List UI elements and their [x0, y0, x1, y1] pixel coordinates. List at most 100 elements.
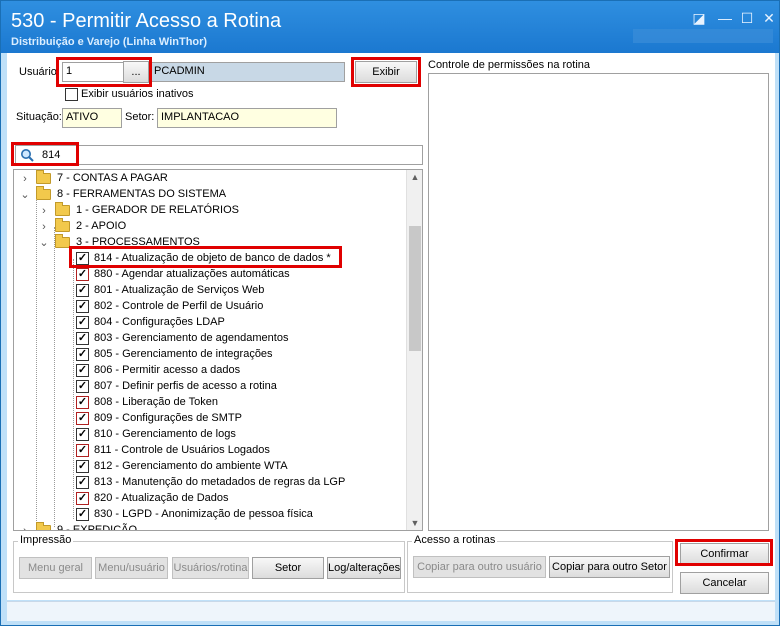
routine-label: 880 - Agendar atualizações automáticas: [94, 268, 290, 280]
tree-routine-item[interactable]: ✓ 811 - Controle de Usuários Logados: [14, 443, 406, 459]
expand-arrow-icon[interactable]: ›: [39, 219, 49, 235]
folder-icon: [36, 170, 51, 184]
routine-checkbox[interactable]: ✓: [76, 396, 89, 409]
permissions-panel[interactable]: [428, 73, 769, 531]
setor-field: IMPLANTACAO: [157, 108, 337, 128]
routine-label: 812 - Gerenciamento do ambiente WTA: [94, 460, 288, 472]
highlight-search: [11, 142, 79, 166]
title-faded-text: [633, 29, 773, 43]
routine-label: 811 - Controle de Usuários Logados: [94, 444, 270, 456]
routine-checkbox[interactable]: ✓: [76, 492, 89, 505]
folder-icon: [55, 234, 70, 248]
client-area: Usuário: 1 ... PCADMIN Exibir Exibir usu…: [7, 53, 775, 600]
routine-checkbox[interactable]: ✓: [76, 364, 89, 377]
impressao-group: Impressão Menu geral Menu/usuário Usuári…: [13, 534, 405, 593]
routine-checkbox[interactable]: ✓: [76, 460, 89, 473]
folder-icon: [36, 522, 51, 530]
expand-arrow-icon[interactable]: ⌄: [20, 187, 30, 203]
folder-icon: [55, 202, 70, 216]
menu-usuario-button[interactable]: Menu/usuário: [95, 557, 168, 579]
impressao-title: Impressão: [18, 534, 74, 546]
expand-arrow-icon[interactable]: ›: [20, 523, 30, 530]
tree-folder-node[interactable]: ⌄ 8 - FERRAMENTAS DO SISTEMA: [14, 186, 406, 203]
routine-label: 813 - Manutenção do metadados de regras …: [94, 476, 346, 488]
highlight-814: [69, 246, 342, 268]
scroll-up-icon[interactable]: ▲: [407, 170, 422, 184]
routine-checkbox[interactable]: ✓: [76, 316, 89, 329]
expand-arrow-icon[interactable]: ›: [39, 203, 49, 219]
help-icon[interactable]: ◪: [687, 9, 711, 27]
highlight-confirmar: [675, 539, 773, 566]
inativos-checkbox[interactable]: [65, 88, 78, 101]
routine-checkbox[interactable]: ✓: [76, 332, 89, 345]
usuario-name-field: PCADMIN: [150, 62, 345, 82]
expand-arrow-icon[interactable]: ›: [20, 171, 30, 187]
tree-routine-item[interactable]: ✓ 807 - Definir perfis de acesso a rotina: [14, 379, 406, 395]
tree-folder-node[interactable]: › 7 - CONTAS A PAGAR: [14, 170, 406, 187]
tree-routine-item[interactable]: ✓ 801 - Atualização de Serviços Web: [14, 283, 406, 299]
title-bar[interactable]: 530 - Permitir Acesso a Rotina Distribui…: [1, 1, 779, 53]
routine-checkbox[interactable]: ✓: [76, 284, 89, 297]
routine-label: 806 - Permitir acesso a dados: [94, 364, 241, 376]
tree-routine-item[interactable]: ✓ 813 - Manutenção do metadados de regras…: [14, 475, 406, 491]
tree-routine-item[interactable]: ✓ 808 - Liberação de Token: [14, 395, 406, 411]
tree-routine-item[interactable]: ✓ 830 - LGPD - Anonimização de pessoa fís…: [14, 507, 406, 523]
tree-routine-item[interactable]: ✓ 805 - Gerenciamento de integrações: [14, 347, 406, 363]
tree-node-label: 7 - CONTAS A PAGAR: [57, 172, 168, 184]
usuarios-rotina-button[interactable]: Usuários/rotina: [172, 557, 249, 579]
routine-label: 807 - Definir perfis de acesso a rotina: [94, 380, 277, 392]
tree-routine-item[interactable]: ✓ 880 - Agendar atualizações automáticas: [14, 267, 406, 283]
tree-routine-item[interactable]: ✓ 806 - Permitir acesso a dados: [14, 363, 406, 379]
routine-label: 805 - Gerenciamento de integrações: [94, 348, 273, 360]
routine-checkbox[interactable]: ✓: [76, 348, 89, 361]
tree-routine-item[interactable]: ✓ 802 - Controle de Perfil de Usuário: [14, 299, 406, 315]
tree-routine-item[interactable]: ✓ 810 - Gerenciamento de logs: [14, 427, 406, 443]
copy-user-button[interactable]: Copiar para outro usuário: [413, 556, 546, 578]
setor-label: Setor:: [125, 111, 155, 123]
routine-checkbox[interactable]: ✓: [76, 380, 89, 393]
panel-title: Controle de permissões na rotina: [428, 59, 591, 71]
tree-routine-item[interactable]: ✓ 804 - Configurações LDAP: [14, 315, 406, 331]
routine-label: 820 - Atualização de Dados: [94, 492, 229, 504]
routine-checkbox[interactable]: ✓: [76, 508, 89, 521]
folder-icon: [36, 186, 51, 200]
routine-checkbox[interactable]: ✓: [76, 268, 89, 281]
acesso-title: Acesso a rotinas: [412, 534, 498, 546]
tree-folder-node[interactable]: › 9 - EXPEDIÇÃO: [14, 522, 406, 530]
tree-routine-item[interactable]: ✓ 803 - Gerenciamento de agendamentos: [14, 331, 406, 347]
cancelar-button[interactable]: Cancelar: [680, 572, 769, 594]
maximize-icon[interactable]: ☐: [735, 9, 759, 27]
window-title: 530 - Permitir Acesso a Rotina: [11, 10, 282, 32]
tree-routine-item[interactable]: ✓ 812 - Gerenciamento do ambiente WTA: [14, 459, 406, 475]
tree-routine-item[interactable]: ✓ 820 - Atualização de Dados: [14, 491, 406, 507]
scroll-thumb[interactable]: [409, 226, 421, 351]
setor-button[interactable]: Setor: [252, 557, 324, 579]
routine-label: 803 - Gerenciamento de agendamentos: [94, 332, 289, 344]
routine-label: 802 - Controle de Perfil de Usuário: [94, 300, 264, 312]
close-icon[interactable]: ✕: [757, 9, 780, 27]
tree-routine-item[interactable]: ✓ 809 - Configurações de SMTP: [14, 411, 406, 427]
routine-label: 809 - Configurações de SMTP: [94, 412, 242, 424]
tree-node-label: 8 - FERRAMENTAS DO SISTEMA: [57, 188, 227, 200]
copy-sector-button[interactable]: Copiar para outro Setor: [549, 556, 670, 578]
routine-tree[interactable]: ▲ ▼ › 7 - CONTAS A PAGAR ⌄ 8 - FERRAMENTAS …: [13, 169, 423, 531]
routine-label: 801 - Atualização de Serviços Web: [94, 284, 265, 296]
routine-checkbox[interactable]: ✓: [76, 476, 89, 489]
situacao-label: Situação:: [16, 111, 62, 123]
routine-checkbox[interactable]: ✓: [76, 300, 89, 313]
usuario-label: Usuário:: [19, 66, 60, 78]
expand-arrow-icon[interactable]: ⌄: [39, 235, 49, 251]
tree-folder-node[interactable]: › 2 - APOIO: [14, 218, 406, 235]
tree-folder-node[interactable]: › 1 - GERADOR DE RELATÓRIOS: [14, 202, 406, 219]
routine-checkbox[interactable]: ✓: [76, 428, 89, 441]
scroll-down-icon[interactable]: ▼: [407, 516, 422, 530]
routine-checkbox[interactable]: ✓: [76, 412, 89, 425]
routine-label: 830 - LGPD - Anonimização de pessoa físi…: [94, 508, 313, 520]
minimize-icon[interactable]: —: [713, 9, 737, 27]
log-alteracoes-button[interactable]: Log/alterações: [327, 557, 401, 579]
routine-checkbox[interactable]: ✓: [76, 444, 89, 457]
tree-node-label: 2 - APOIO: [76, 220, 127, 232]
tree-scrollbar[interactable]: ▲ ▼: [406, 170, 422, 530]
menu-geral-button[interactable]: Menu geral: [19, 557, 92, 579]
main-window: 530 - Permitir Acesso a Rotina Distribui…: [0, 0, 780, 626]
